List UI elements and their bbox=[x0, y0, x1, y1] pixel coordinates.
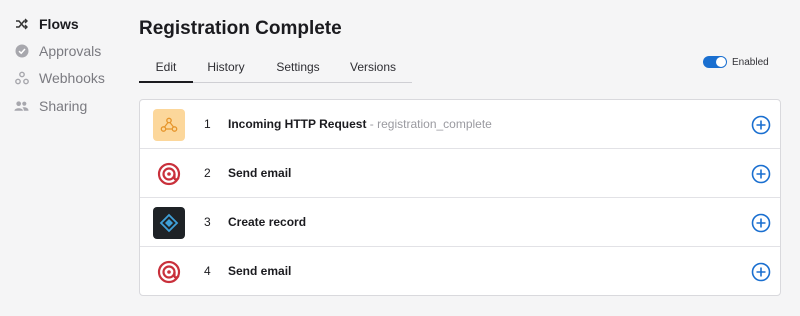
add-step-button[interactable] bbox=[751, 115, 771, 135]
sidebar-item-label: Sharing bbox=[39, 98, 88, 114]
plus-circle-icon bbox=[751, 115, 771, 135]
toggle-knob bbox=[716, 57, 726, 67]
toggle-switch[interactable] bbox=[703, 56, 727, 68]
step-name: Create record bbox=[228, 215, 306, 229]
enabled-toggle[interactable]: Enabled bbox=[703, 55, 769, 69]
plus-circle-icon bbox=[751, 164, 771, 184]
add-step-button[interactable] bbox=[751, 262, 771, 282]
step-title: Create record bbox=[228, 215, 307, 229]
sidebar-item-webhooks[interactable]: Webhooks bbox=[14, 67, 105, 89]
plus-circle-icon bbox=[751, 213, 771, 233]
step-title: Send email bbox=[228, 166, 292, 180]
webhook-app-icon bbox=[153, 109, 185, 141]
step-title: Send email bbox=[228, 264, 292, 278]
step-number: 4 bbox=[204, 264, 211, 278]
sidebar-item-label: Approvals bbox=[39, 43, 102, 59]
step-number: 1 bbox=[204, 117, 211, 131]
page-title: Registration Complete bbox=[139, 18, 342, 39]
add-step-button[interactable] bbox=[751, 213, 771, 233]
flow-step[interactable]: 4 Send email bbox=[140, 247, 780, 296]
step-number: 2 bbox=[204, 166, 211, 180]
webhook-icon bbox=[14, 71, 29, 86]
sidebar-item-label: Webhooks bbox=[39, 70, 105, 86]
step-title: Incoming HTTP Request bbox=[228, 117, 367, 131]
flow-step[interactable]: 1 Incoming HTTP Request - registration_c… bbox=[140, 100, 780, 149]
tab-versions[interactable]: Versions bbox=[344, 55, 402, 83]
step-name: Send email bbox=[228, 166, 291, 180]
plus-circle-icon bbox=[751, 262, 771, 282]
flow-steps-card: 1 Incoming HTTP Request - registration_c… bbox=[139, 99, 781, 296]
sidebar: Flows Approvals Webhooks Sharing bbox=[0, 0, 130, 316]
users-icon bbox=[14, 99, 29, 114]
tab-settings[interactable]: Settings bbox=[269, 55, 327, 83]
toggle-label: Enabled bbox=[732, 56, 769, 68]
flow-step[interactable]: 3 Create record bbox=[140, 198, 780, 247]
sidebar-item-sharing[interactable]: Sharing bbox=[14, 95, 87, 117]
sidebar-item-flows[interactable]: Flows bbox=[14, 13, 79, 35]
step-name: Send email bbox=[228, 264, 291, 278]
email-at-icon bbox=[153, 158, 185, 190]
add-step-button[interactable] bbox=[751, 164, 771, 184]
sidebar-item-label: Flows bbox=[39, 16, 79, 32]
step-detail: - registration_complete bbox=[366, 117, 492, 131]
email-at-icon bbox=[153, 256, 185, 288]
check-circle-icon bbox=[14, 44, 29, 59]
tab-edit[interactable]: Edit bbox=[139, 55, 193, 83]
sidebar-item-approvals[interactable]: Approvals bbox=[14, 40, 101, 62]
flow-step[interactable]: 2 Send email bbox=[140, 149, 780, 198]
tab-history[interactable]: History bbox=[199, 55, 253, 83]
shuffle-icon bbox=[14, 17, 29, 32]
record-app-icon bbox=[153, 207, 185, 239]
step-number: 3 bbox=[204, 215, 211, 229]
step-name: Incoming HTTP Request - registration_com… bbox=[228, 117, 492, 131]
tab-bar: Edit History Settings Versions bbox=[139, 55, 412, 83]
